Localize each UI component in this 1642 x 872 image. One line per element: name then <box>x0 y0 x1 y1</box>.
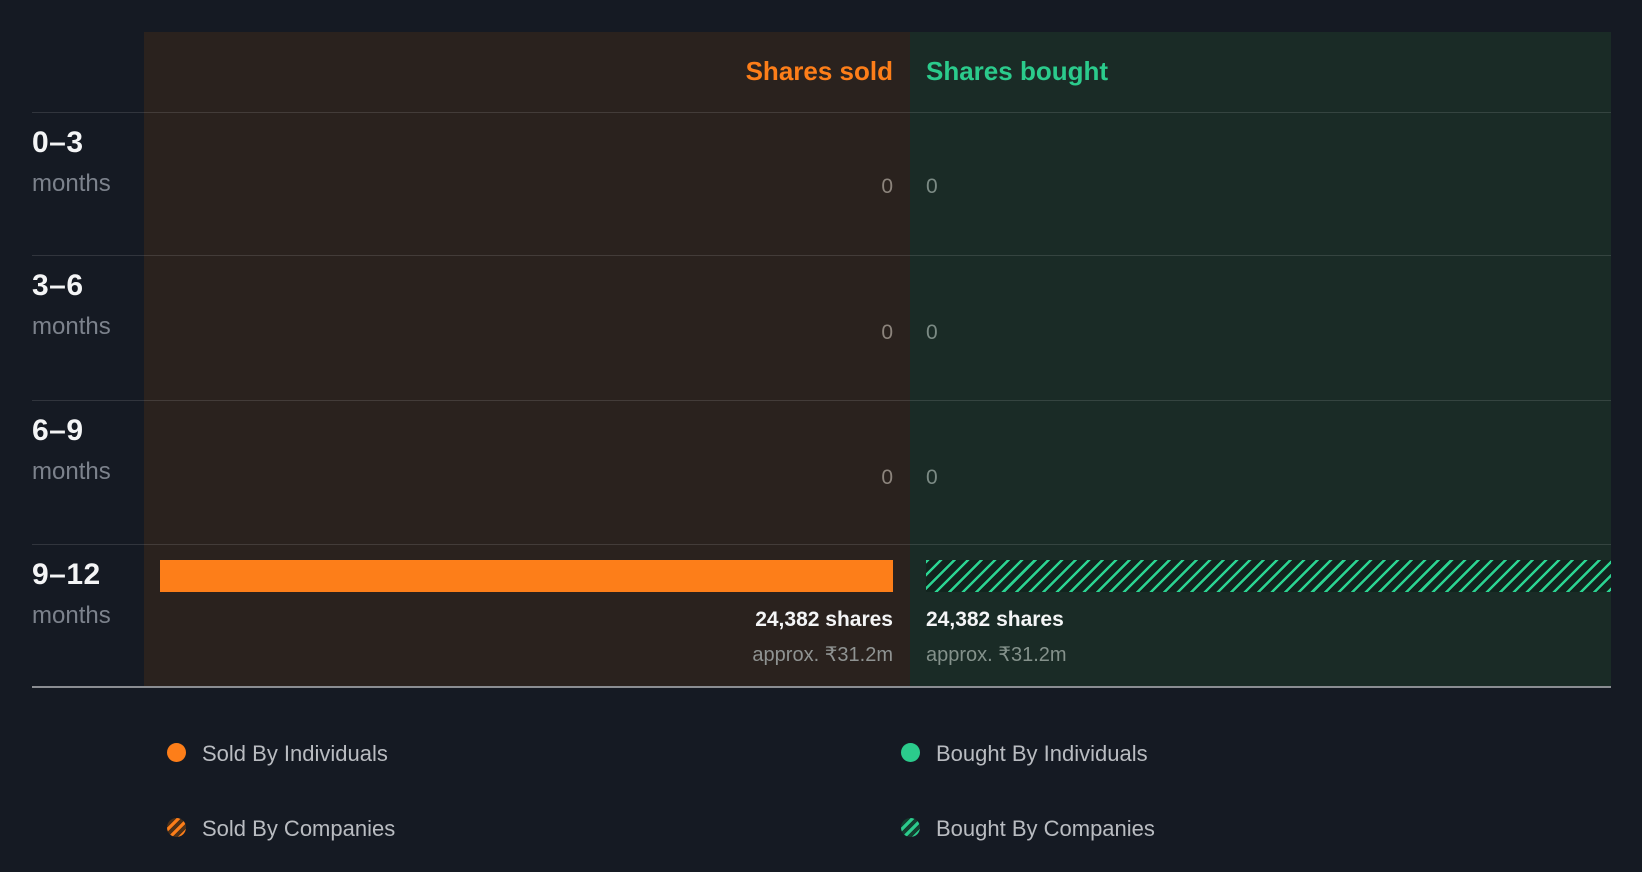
legend-label: Bought By Individuals <box>936 741 1148 766</box>
period-unit: months <box>32 313 111 340</box>
sold-value-0-3: 0 <box>881 175 893 198</box>
legend-label: Sold By Individuals <box>202 741 388 766</box>
period-label-3-6: 3–6 months <box>32 268 111 340</box>
bought-approx-value-9-12: approx. ₹31.2m <box>926 644 1067 666</box>
legend-label: Sold By Companies <box>202 816 396 841</box>
shares-bought-header: Shares bought <box>926 56 1109 86</box>
period-range: 6–9 <box>32 414 84 447</box>
gridline <box>32 400 1611 401</box>
legend-label: Bought By Companies <box>936 816 1155 841</box>
bought-bar-9-12-companies[interactable] <box>926 560 1611 592</box>
solid-orange-dot-icon <box>167 743 186 762</box>
sold-value-3-6: 0 <box>881 321 893 344</box>
period-range: 3–6 <box>32 269 84 302</box>
sold-shares-9-12: 24,382 shares <box>755 608 893 631</box>
solid-green-dot-icon <box>901 743 920 762</box>
period-label-6-9: 6–9 months <box>32 413 111 485</box>
period-label-9-12: 9–12 months <box>32 557 111 629</box>
bought-value-3-6: 0 <box>926 321 938 344</box>
period-range: 9–12 <box>32 558 101 591</box>
chart-bottom-axis <box>32 686 1611 688</box>
gridline <box>32 112 1611 113</box>
bought-value-6-9: 0 <box>926 466 938 489</box>
bought-value-0-3: 0 <box>926 175 938 198</box>
period-unit: months <box>32 170 111 197</box>
period-label-0-3: 0–3 months <box>32 125 111 197</box>
shares-sold-header: Shares sold <box>745 56 893 86</box>
gridline <box>32 544 1611 545</box>
sold-approx-value-9-12: approx. ₹31.2m <box>752 644 893 666</box>
period-unit: months <box>32 458 111 485</box>
period-unit: months <box>32 602 111 629</box>
period-range: 0–3 <box>32 126 84 159</box>
insider-trading-chart: Shares sold Shares bought 0–3 months 3–6… <box>0 0 1642 872</box>
hatched-green-dot-icon <box>901 818 920 837</box>
gridline <box>32 255 1611 256</box>
bought-shares-9-12: 24,382 shares <box>926 608 1064 631</box>
sold-value-6-9: 0 <box>881 466 893 489</box>
sold-bar-9-12-individuals[interactable] <box>160 560 893 592</box>
hatched-orange-dot-icon <box>167 818 186 837</box>
